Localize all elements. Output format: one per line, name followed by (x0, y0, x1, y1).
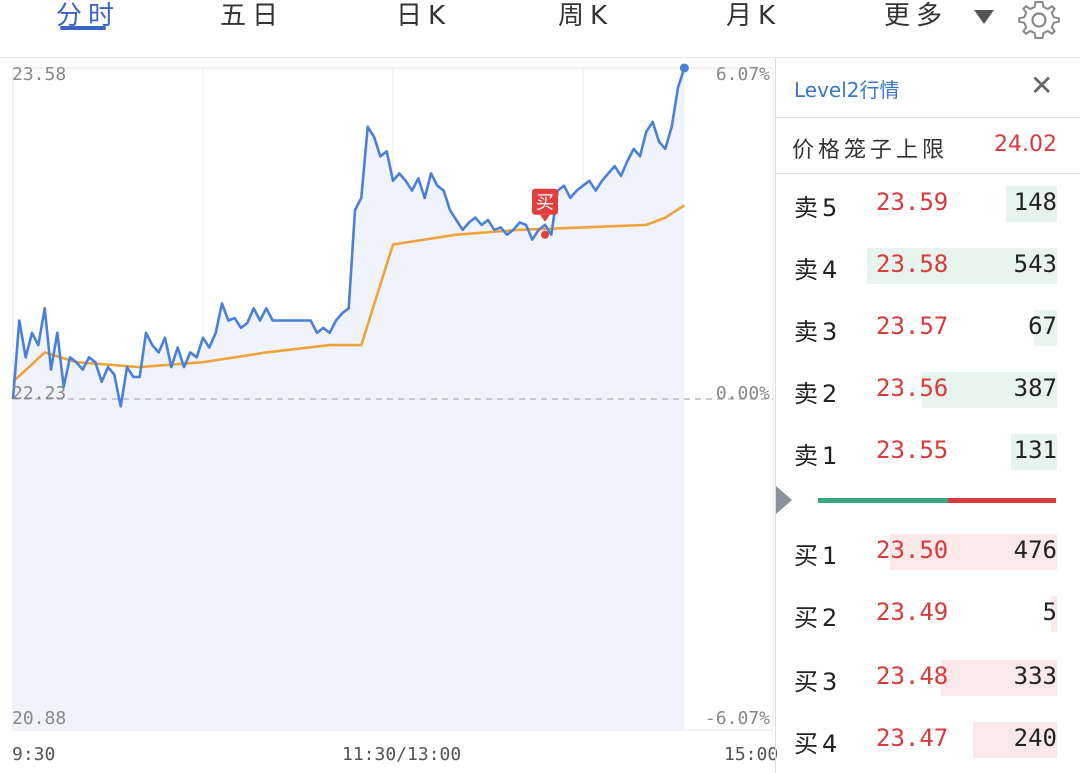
buy-price: 23.50 (876, 536, 949, 564)
intraday-chart-canvas: 买 (11, 63, 774, 731)
buy-volume: 240 (1013, 724, 1057, 752)
level2-header: Level2行情 ✕ (776, 58, 1080, 118)
sell-price: 23.55 (876, 436, 949, 464)
period-tab-bar: 分时 五日 日K 周K 月K 更多 (0, 0, 1080, 58)
price-cage-limit-value: 24.02 (994, 132, 1057, 157)
tab-five-day[interactable]: 五日 (220, 0, 284, 40)
buy-order-row[interactable]: 买1 23.50 476 (776, 532, 1080, 572)
buy-level-label: 买3 (794, 668, 842, 696)
price-low-label: 20.88 (12, 708, 67, 729)
buy-order-row[interactable]: 买4 23.47 240 (776, 720, 1080, 760)
buy-level-label: 买4 (794, 730, 842, 758)
sell-price: 23.58 (876, 250, 949, 278)
pct-base-label: 0.00% (715, 383, 770, 404)
pct-high-label: 6.07% (715, 64, 770, 85)
buy-volume: 476 (1013, 536, 1057, 564)
level2-title: Level2行情 (794, 78, 900, 102)
buy-point-dot (541, 230, 549, 239)
pct-low-label: -6.07% (704, 708, 770, 729)
gear-icon[interactable] (1018, 0, 1060, 42)
sell-price: 23.56 (876, 374, 949, 402)
sell-level-label: 卖2 (794, 380, 842, 408)
buy-price: 23.47 (876, 724, 949, 752)
price-cage-limit-label: 价格笼子上限 (792, 138, 949, 163)
tab-monthly-k[interactable]: 月K (726, 0, 781, 40)
tab-more[interactable]: 更多 (884, 0, 948, 40)
sell-order-row[interactable]: 卖4 23.58 543 (776, 246, 1080, 286)
buy-level-label: 买1 (794, 542, 842, 570)
sell-volume: 387 (1013, 374, 1057, 402)
triangle-right-icon[interactable] (776, 486, 792, 514)
sell-level-label: 卖3 (794, 318, 842, 346)
time-start-label: 9:30 (12, 744, 56, 765)
price-high-label: 23.58 (12, 64, 67, 85)
time-mid-label: 11:30/13:00 (342, 744, 462, 765)
tab-daily-k[interactable]: 日K (396, 0, 451, 40)
price-base-label: 22.23 (12, 383, 67, 404)
sell-level-label: 卖5 (794, 194, 842, 222)
buy-order-row[interactable]: 买2 23.49 5 (776, 594, 1080, 634)
triangle-down-icon[interactable] (974, 10, 994, 24)
tab-intraday[interactable]: 分时 (56, 0, 120, 40)
active-tab-indicator (60, 26, 106, 30)
level2-panel: Level2行情 ✕ 价格笼子上限 24.02 卖5 23.59 148 卖4 23.5… (775, 58, 1080, 773)
sell-strength-bar (818, 498, 948, 503)
sell-order-row[interactable]: 卖2 23.56 387 (776, 370, 1080, 410)
buy-level-label: 买2 (794, 604, 842, 632)
sell-level-label: 卖4 (794, 256, 842, 284)
sell-price: 23.59 (876, 188, 949, 216)
price-cage-limit-row: 价格笼子上限 24.02 (776, 118, 1080, 174)
sell-price: 23.57 (876, 312, 949, 340)
sell-volume: 148 (1013, 188, 1057, 216)
intraday-chart[interactable]: 买 23.58 22.23 20.88 6.07% 0.00% -6.07% 9… (0, 58, 779, 773)
sell-volume: 543 (1013, 250, 1057, 278)
buy-volume: 5 (1042, 598, 1057, 626)
close-icon[interactable]: ✕ (1030, 70, 1053, 102)
sell-order-row[interactable]: 卖1 23.55 131 (776, 432, 1080, 472)
buy-price: 23.48 (876, 662, 949, 690)
sell-level-label: 卖1 (794, 442, 842, 470)
buy-strength-bar (948, 498, 1056, 503)
buy-marker-pointer (540, 214, 550, 222)
sell-volume: 131 (1013, 436, 1057, 464)
sell-volume: 67 (1028, 312, 1057, 340)
buy-volume: 333 (1013, 662, 1057, 690)
buy-price: 23.49 (876, 598, 949, 626)
latest-price-dot (679, 63, 689, 73)
tab-weekly-k[interactable]: 周K (558, 0, 613, 40)
time-end-label: 15:00 (724, 744, 779, 765)
buy-marker-label: 买 (536, 193, 554, 214)
sell-order-row[interactable]: 卖5 23.59 148 (776, 184, 1080, 224)
buy-order-row[interactable]: 买3 23.48 333 (776, 658, 1080, 698)
sell-order-row[interactable]: 卖3 23.57 67 (776, 308, 1080, 348)
